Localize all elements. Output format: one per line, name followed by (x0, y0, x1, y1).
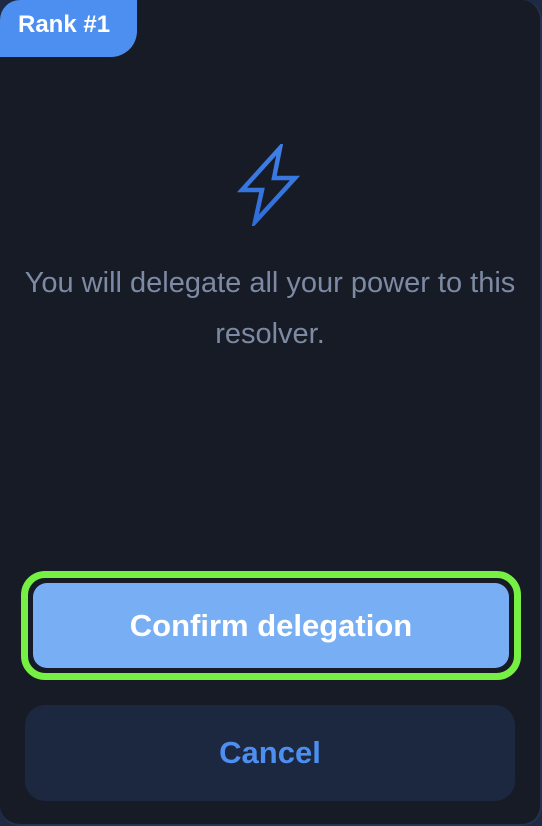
confirm-delegation-button[interactable]: Confirm delegation (21, 571, 521, 680)
confirm-delegation-label: Confirm delegation (33, 583, 509, 668)
lightning-bolt-icon (236, 144, 300, 226)
rank-badge: Rank #1 (0, 0, 137, 57)
delegation-confirm-card: Rank #1 You will delegate all your power… (0, 0, 542, 826)
delegation-message: You will delegate all your power to this… (24, 267, 516, 350)
cancel-button[interactable]: Cancel (25, 705, 515, 801)
